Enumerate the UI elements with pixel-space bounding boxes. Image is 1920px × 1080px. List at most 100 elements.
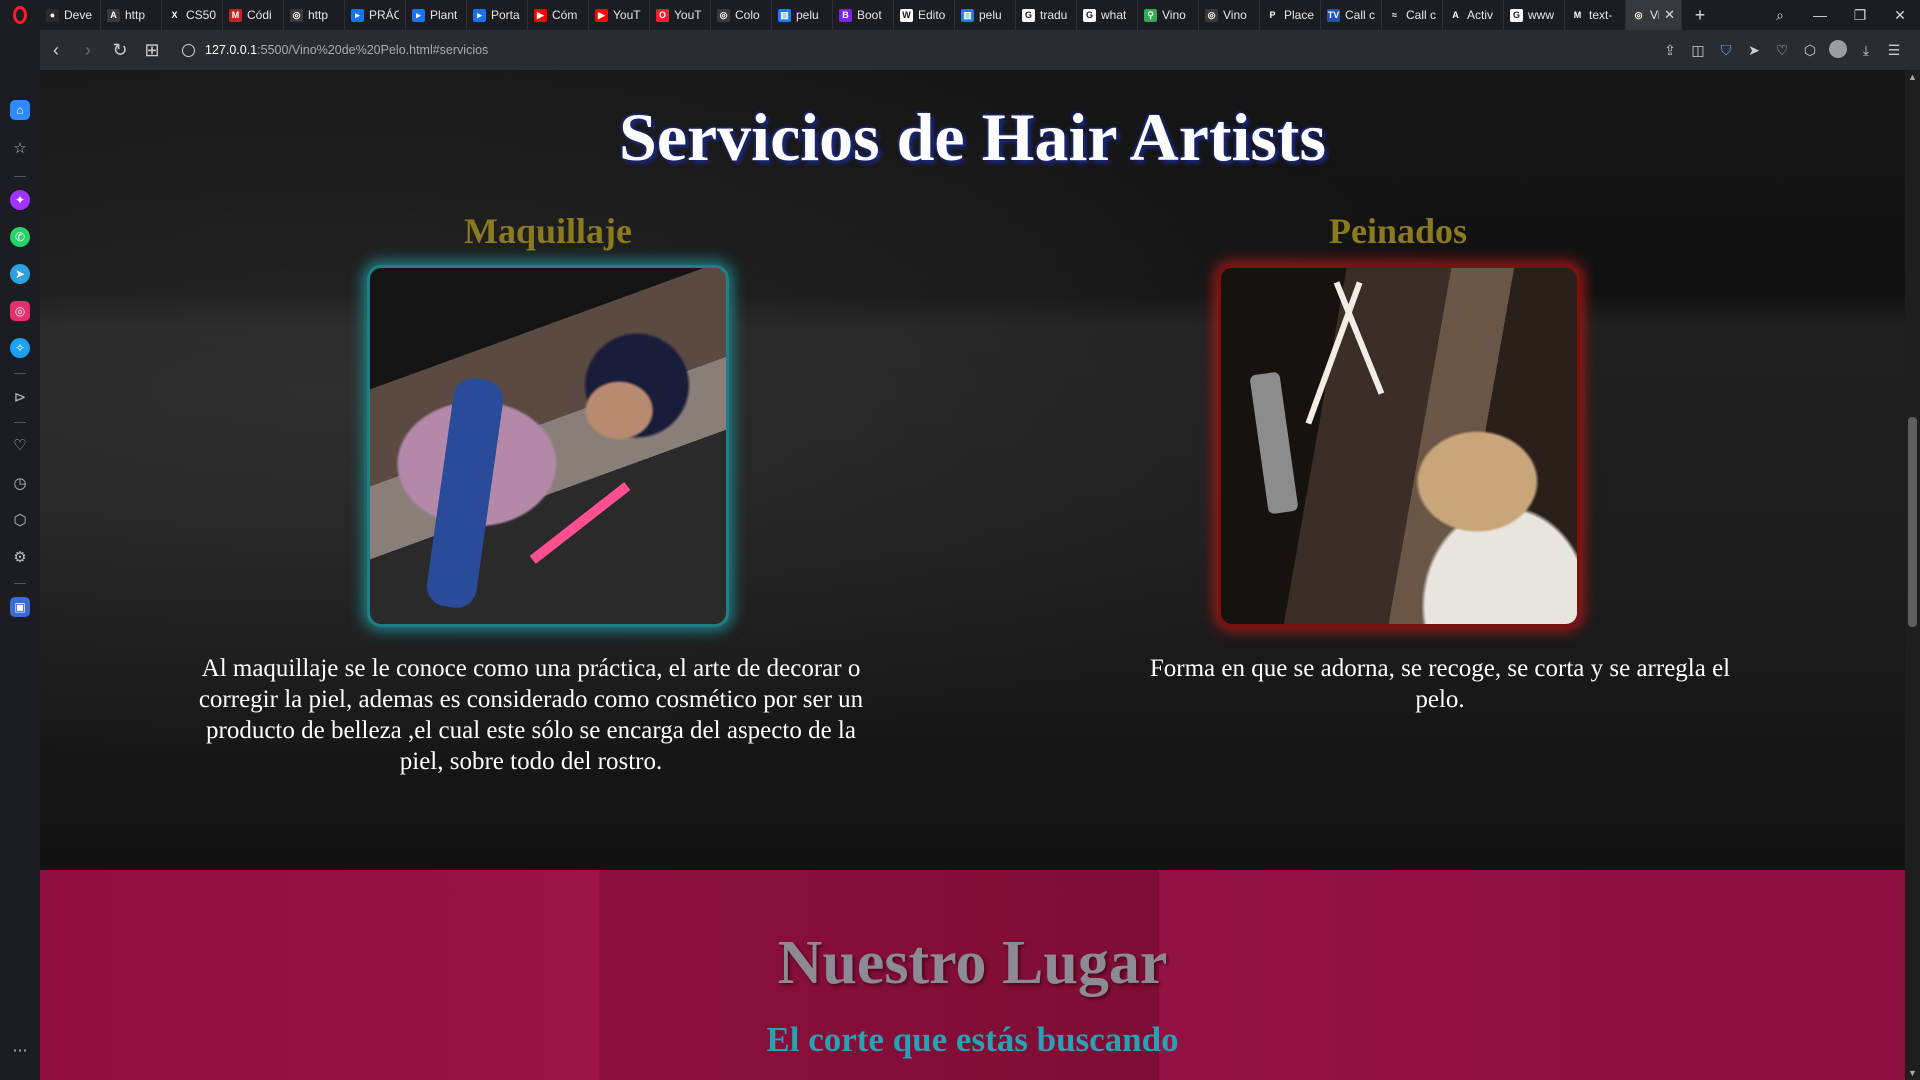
sidebar-divider xyxy=(14,422,26,423)
extensions-cube-icon[interactable]: ⬡ xyxy=(10,510,30,530)
workspace-icon[interactable]: ▣ xyxy=(10,597,30,617)
web-icon: A xyxy=(107,8,120,22)
send-icon[interactable]: ➤ xyxy=(1742,42,1766,59)
search-tabs-icon[interactable]: ⌕ xyxy=(1760,7,1800,24)
forward-button[interactable]: › xyxy=(72,40,104,61)
whatsapp-icon[interactable]: ✆ xyxy=(10,227,30,247)
home-icon[interactable]: ⌂ xyxy=(10,100,30,120)
tab-item[interactable]: ▥ pelu xyxy=(772,0,833,30)
opera-menu-button[interactable] xyxy=(0,0,40,30)
tab-item[interactable]: X CS50 xyxy=(162,0,223,30)
wix-icon: W xyxy=(900,8,913,22)
tab-label: CS50 xyxy=(186,8,216,22)
mdn-icon: M xyxy=(1571,8,1584,22)
tab-item[interactable]: Ahttp xyxy=(101,0,162,30)
sidebar-divider xyxy=(14,373,26,374)
services-title: Servicios de Hair Artists xyxy=(619,99,1326,175)
tab-item[interactable]: ▥ pelu xyxy=(955,0,1016,30)
snapshot-icon[interactable]: ◫ xyxy=(1686,42,1710,59)
tab-item[interactable]: TV Call c xyxy=(1321,0,1382,30)
maps-icon: ⚲ xyxy=(1144,8,1157,22)
bookmark-heart-icon[interactable]: ♡ xyxy=(1770,42,1794,59)
tab-label: Vino xyxy=(1223,8,1247,22)
more-options-icon[interactable]: ⋯ xyxy=(10,1040,30,1060)
tab-item[interactable]: ● Deve xyxy=(40,0,101,30)
tab-item[interactable]: ▸ Porta xyxy=(467,0,528,30)
page-scrollbar[interactable]: ▲ ▼ xyxy=(1905,70,1920,1080)
scroll-down-icon[interactable]: ▼ xyxy=(1905,1068,1920,1078)
tab-item[interactable]: Gwww xyxy=(1504,0,1565,30)
close-tab-icon[interactable]: ✕ xyxy=(1664,7,1675,23)
tab-item[interactable]: P Place xyxy=(1260,0,1321,30)
downloads-icon[interactable]: ⤓ xyxy=(1854,42,1878,59)
tab-item[interactable]: ◎ Colo xyxy=(711,0,772,30)
adblock-shield-icon[interactable]: ⛉ xyxy=(1714,42,1738,59)
tab-item[interactable]: ◎ http xyxy=(284,0,345,30)
url-field[interactable]: 127.0.0.1:5500/Vino%20de%20Pelo.html#ser… xyxy=(182,43,488,57)
service-title-makeup: Maquillaje xyxy=(464,211,632,251)
tab-item[interactable]: ▸ PRÁC xyxy=(345,0,406,30)
globe-icon: ◎ xyxy=(717,8,730,22)
restore-button[interactable]: ❐ xyxy=(1840,7,1880,24)
tab-item[interactable]: Mtext- xyxy=(1565,0,1626,30)
tab-item[interactable]: ▸ Plant xyxy=(406,0,467,30)
twitter-icon[interactable]: ✧ xyxy=(10,338,30,358)
tab-label: Boot xyxy=(857,8,882,22)
tab-item[interactable]: Gtradu xyxy=(1016,0,1077,30)
heart-icon[interactable]: ♡ xyxy=(10,435,30,455)
close-window-button[interactable]: ✕ xyxy=(1880,7,1920,24)
player-icon[interactable]: ⊳ xyxy=(10,387,30,407)
telegram-icon[interactable]: ➤ xyxy=(10,264,30,284)
messenger-icon[interactable]: ✦ xyxy=(10,190,30,210)
tab-item[interactable]: B Boot xyxy=(833,0,894,30)
history-clock-icon[interactable]: ◷ xyxy=(10,473,30,493)
photo-detail xyxy=(1305,281,1363,425)
photo-detail xyxy=(529,482,631,564)
tab-label: Place xyxy=(1284,8,1314,22)
tab-item[interactable]: ⚲ Vino xyxy=(1138,0,1199,30)
tab-active[interactable]: ◎ Vi ✕ xyxy=(1626,0,1682,30)
service-desc-hair: Forma en que se adorna, se recoge, se co… xyxy=(1149,655,1731,713)
tab-item[interactable]: ◎ Vino xyxy=(1199,0,1260,30)
site-info-icon[interactable] xyxy=(182,43,195,57)
tab-item[interactable]: ▶ YouT xyxy=(589,0,650,30)
tab-item[interactable]: Gwhat xyxy=(1077,0,1138,30)
settings-gear-icon[interactable]: ⚙ xyxy=(10,547,30,567)
tab-item[interactable]: ▶ Cóm xyxy=(528,0,589,30)
instagram-icon[interactable]: ◎ xyxy=(10,301,30,321)
star-icon[interactable]: ☆ xyxy=(10,138,30,158)
toolbar-right: ⇪ ◫ ⛉ ➤ ♡ ⬡ ⤓ ☰ xyxy=(1658,30,1906,70)
tab-label: text- xyxy=(1589,8,1613,22)
tab-item[interactable]: O YouT xyxy=(650,0,711,30)
minimize-button[interactable]: — xyxy=(1800,7,1840,23)
new-tab-button[interactable]: + xyxy=(1682,5,1718,26)
tv-icon: ≈ xyxy=(1388,8,1401,22)
tab-list: ● Deve Ahttp X CS50 M Códi ◎ http ▸ PRÁC ▸ Plant ▸ Por… xyxy=(40,0,1626,30)
docs-icon: ▸ xyxy=(473,8,486,22)
share-icon[interactable]: ⇪ xyxy=(1658,42,1682,59)
makeup-photo xyxy=(367,265,729,627)
tab-item[interactable]: W Edito xyxy=(894,0,955,30)
tab-label: pelu xyxy=(796,8,819,22)
easy-setup-icon[interactable]: ☰ xyxy=(1882,42,1906,59)
scroll-up-icon[interactable]: ▲ xyxy=(1905,72,1920,82)
tab-item[interactable]: M Códi xyxy=(223,0,284,30)
speed-dial-icon[interactable]: ⊞ xyxy=(136,40,168,61)
lugar-title: Nuestro Lugar xyxy=(777,929,1168,997)
extensions-cube-icon[interactable]: ⬡ xyxy=(1798,42,1822,59)
tab-item[interactable]: ≈ Call c xyxy=(1382,0,1443,30)
tab-item[interactable]: A Activ xyxy=(1443,0,1504,30)
reload-button[interactable]: ↻ xyxy=(104,40,136,61)
tv-icon: TV xyxy=(1327,8,1340,22)
sidebar-divider xyxy=(14,176,26,177)
globe-icon: ◎ xyxy=(1205,8,1218,22)
url-path: :5500/Vino%20de%20Pelo.html#servicios xyxy=(257,43,489,57)
youtube-icon: ▶ xyxy=(534,8,547,22)
scrollbar-thumb[interactable] xyxy=(1908,417,1917,627)
github-icon: ● xyxy=(46,8,59,22)
tab-label: what xyxy=(1101,8,1127,22)
profile-avatar[interactable] xyxy=(1826,39,1850,61)
tab-label: Edito xyxy=(918,8,946,22)
tab-label: Call c xyxy=(1345,8,1375,22)
back-button[interactable]: ‹ xyxy=(40,40,72,61)
